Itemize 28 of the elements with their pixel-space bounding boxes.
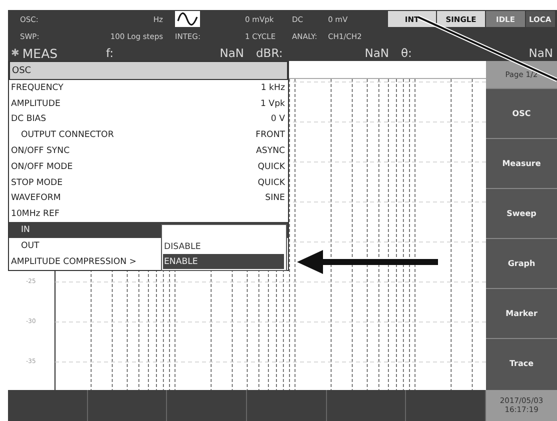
menu-item-value: 1 Vpk — [260, 98, 285, 109]
meas-title: MEAS — [22, 46, 58, 60]
left-arrow-icon — [297, 250, 438, 274]
measure-value: NaN — [528, 46, 553, 60]
menu-item-value: 0 V — [270, 114, 285, 124]
menu-title: OSC — [9, 61, 288, 80]
measure-value: NaN — [364, 46, 389, 60]
menu-item-label: OUTPUT CONNECTOR — [21, 130, 114, 140]
measure-label: dBR: — [256, 46, 283, 60]
menu-item-label: ON/OFF SYNC — [11, 146, 70, 156]
measure-label: θ: — [401, 46, 412, 60]
menu-item-value: SINE — [265, 193, 285, 204]
menu-item-value: QUICK — [258, 178, 285, 188]
measure-label: f: — [106, 46, 114, 60]
menu-item-value: ASYNC — [256, 146, 285, 156]
menu-item-label: WAVEFORM — [11, 193, 61, 204]
measure-value: NaN — [220, 46, 244, 60]
asterisk-icon: ✱ — [11, 48, 20, 58]
menu-item-label: ON/OFF MODE — [11, 162, 73, 172]
menu-item-value: QUICK — [258, 162, 285, 172]
menu-item-value: FRONT — [256, 130, 285, 140]
sine-wave-icon — [175, 11, 200, 27]
submenu-option[interactable]: ENABLE — [163, 254, 284, 269]
menu-item-label: FREQUENCY — [11, 82, 64, 93]
menu-item-label: STOP MODE — [11, 178, 63, 188]
menu-item-label: AMPLITUDE — [11, 98, 60, 109]
menu-item-label: DC BIAS — [11, 114, 46, 124]
menu-item-value: 1 kHz — [260, 82, 285, 93]
